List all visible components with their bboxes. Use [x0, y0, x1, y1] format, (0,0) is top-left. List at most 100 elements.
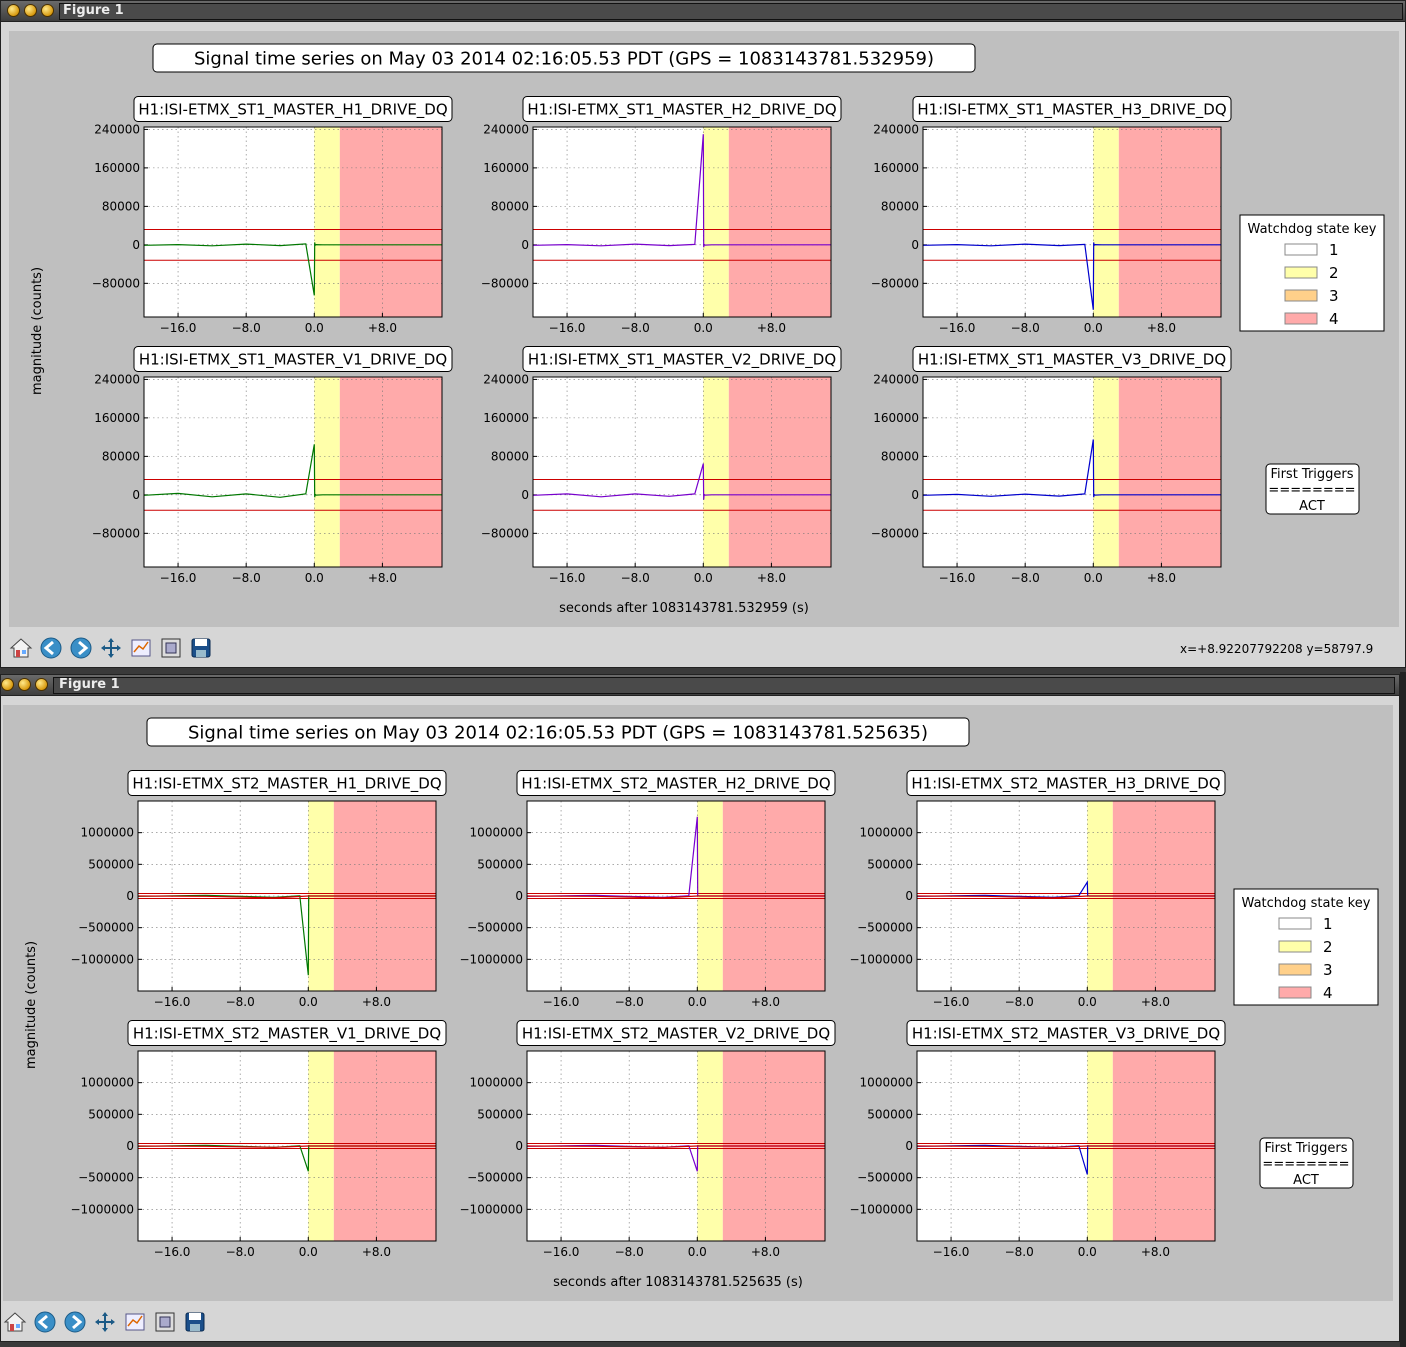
x-tick-label: −8.0 — [615, 1245, 644, 1259]
maximize-icon[interactable] — [41, 4, 54, 17]
y-tick-label: −500000 — [857, 921, 913, 935]
title-text: H1:ISI-ETMX_ST2_MASTER_H2_DRIVE_DQ — [521, 774, 830, 793]
title-text: H1:ISI-ETMX_ST1_MASTER_H3_DRIVE_DQ — [917, 100, 1226, 119]
figure-canvas[interactable]: Signal time series on May 03 2014 02:16:… — [9, 31, 1399, 627]
subplot-title: H1:ISI-ETMX_ST1_MASTER_V2_DRIVE_DQ — [522, 346, 842, 372]
first-triggers-box: First Triggers========ACT — [1259, 1137, 1354, 1189]
subplot-title: H1:ISI-ETMX_ST2_MASTER_H3_DRIVE_DQ — [906, 770, 1226, 796]
y-tick-label: 500000 — [867, 1107, 913, 1121]
subplot-2: −16.0 −8.0 0.0 +8.0 240000 160000 80000 0 −80000… — [871, 96, 1232, 335]
title-text: H1:ISI-ETMX_ST1_MASTER_V3_DRIVE_DQ — [918, 350, 1226, 369]
x-tick-label: 0.0 — [299, 995, 318, 1009]
minimize-icon[interactable] — [24, 4, 37, 17]
y-tick-label: 500000 — [477, 857, 523, 871]
zoom-icon[interactable] — [159, 636, 183, 660]
x-tick-label: +8.0 — [757, 571, 786, 585]
y-tick-label: 240000 — [483, 372, 529, 386]
navigation-toolbar — [1, 1306, 1399, 1340]
forward-icon[interactable] — [63, 1310, 87, 1334]
save-icon[interactable] — [183, 1310, 207, 1334]
title-text: H1:ISI-ETMX_ST1_MASTER_H2_DRIVE_DQ — [527, 100, 836, 119]
x-tick-label: −16.0 — [933, 995, 970, 1009]
state-region-4 — [728, 127, 831, 317]
y-tick-label: −1000000 — [460, 952, 524, 966]
y-tick-label: 1000000 — [860, 826, 913, 840]
x-tick-label: −16.0 — [160, 321, 197, 335]
minimize-icon[interactable] — [18, 678, 31, 691]
x-tick-label: −16.0 — [154, 995, 191, 1009]
y-tick-label: 80000 — [491, 199, 529, 213]
y-tick-label: 160000 — [483, 411, 529, 425]
state-region-2 — [1093, 377, 1119, 567]
y-tick-label: −1000000 — [850, 1202, 914, 1216]
x-tick-label: 0.0 — [305, 321, 324, 335]
subplots-icon[interactable] — [123, 1310, 147, 1334]
triggers-line: ======== — [1268, 483, 1355, 498]
title-text: Signal time series on May 03 2014 02:16:… — [188, 722, 928, 743]
legend-swatch-1 — [1284, 243, 1318, 256]
pan-icon[interactable] — [93, 1310, 117, 1334]
subplot-4: −16.0 −8.0 0.0 +8.0 240000 160000 80000 0 −80000… — [481, 346, 842, 585]
x-tick-label: +8.0 — [1147, 321, 1176, 335]
state-region-2 — [314, 127, 340, 317]
back-icon[interactable] — [33, 1310, 57, 1334]
y-tick-label: 1000000 — [81, 1076, 134, 1090]
zoom-icon[interactable] — [153, 1310, 177, 1334]
home-icon[interactable] — [3, 1310, 27, 1334]
y-tick-label: 500000 — [88, 1107, 134, 1121]
y-tick-label: 0 — [911, 238, 919, 252]
y-tick-label: −80000 — [92, 526, 140, 540]
subplot-1: −16.0 −8.0 0.0 +8.0 240000 160000 80000 0 −80000… — [481, 96, 842, 335]
subplot-0: −16.0 −8.0 0.0 +8.0 240000 160000 80000 0 −80000… — [92, 96, 453, 335]
figure-plot-area[interactable]: Signal time series on May 03 2014 02:16:… — [3, 705, 1393, 1301]
close-icon[interactable] — [7, 4, 20, 17]
subplot-3: −16.0 −8.0 0.0 +8.0 240000 160000 80000 0 −80000… — [92, 346, 453, 585]
title-text: H1:ISI-ETMX_ST1_MASTER_V2_DRIVE_DQ — [528, 350, 836, 369]
maximize-icon[interactable] — [35, 678, 48, 691]
y-tick-label: −1000000 — [850, 952, 914, 966]
x-tick-label: −8.0 — [621, 571, 650, 585]
close-icon[interactable] — [1, 678, 14, 691]
y-tick-label: 160000 — [873, 161, 919, 175]
window-titlebar[interactable]: Figure 1 — [1, 675, 1399, 696]
subplots-icon[interactable] — [129, 636, 153, 660]
legend-swatch-1 — [1278, 917, 1312, 930]
subplot-2: −16.0 −8.0 0.0 +8.0 1000000 500000 0 −500000 −10… — [850, 770, 1226, 1009]
state-region-4 — [728, 377, 831, 567]
forward-icon[interactable] — [69, 636, 93, 660]
y-tick-label: 0 — [905, 889, 913, 903]
subplot-title: H1:ISI-ETMX_ST2_MASTER_H2_DRIVE_DQ — [516, 770, 836, 796]
legend-label-2: 2 — [1329, 264, 1339, 282]
y-tick-label: −1000000 — [460, 1202, 524, 1216]
save-icon[interactable] — [189, 636, 213, 660]
title-text: H1:ISI-ETMX_ST1_MASTER_H1_DRIVE_DQ — [138, 100, 447, 119]
home-icon[interactable] — [9, 636, 33, 660]
x-tick-label: 0.0 — [1078, 1245, 1097, 1259]
x-tick-label: −8.0 — [1005, 995, 1034, 1009]
legend-swatch-3 — [1278, 963, 1312, 976]
x-tick-label: +8.0 — [362, 1245, 391, 1259]
y-tick-label: 80000 — [102, 449, 140, 463]
x-axis-label: seconds after 1083143781.525635 (s) — [553, 1275, 803, 1290]
title-text: H1:ISI-ETMX_ST2_MASTER_V3_DRIVE_DQ — [912, 1024, 1220, 1043]
window-titlebar[interactable]: Figure 1 — [1, 1, 1405, 22]
y-tick-label: 0 — [515, 1139, 523, 1153]
subplot-title: H1:ISI-ETMX_ST1_MASTER_V3_DRIVE_DQ — [912, 346, 1232, 372]
y-tick-label: 240000 — [873, 122, 919, 136]
legend-swatch-2 — [1278, 940, 1312, 953]
x-tick-label: −8.0 — [615, 995, 644, 1009]
y-tick-label: 0 — [126, 1139, 134, 1153]
figure-plot-area[interactable]: Signal time series on May 03 2014 02:16:… — [9, 31, 1399, 627]
pan-icon[interactable] — [99, 636, 123, 660]
figure-canvas[interactable]: Signal time series on May 03 2014 02:16:… — [3, 705, 1393, 1301]
x-tick-label: −16.0 — [933, 1245, 970, 1259]
back-icon[interactable] — [39, 636, 63, 660]
y-tick-label: −500000 — [78, 921, 134, 935]
legend-title: Watchdog state key — [1248, 222, 1377, 237]
x-tick-label: −8.0 — [226, 1245, 255, 1259]
subplot-title: H1:ISI-ETMX_ST1_MASTER_H3_DRIVE_DQ — [912, 96, 1232, 122]
y-tick-label: 1000000 — [860, 1076, 913, 1090]
y-tick-label: 0 — [905, 1139, 913, 1153]
y-tick-label: 500000 — [867, 857, 913, 871]
cursor-coordinates: x=+8.92207792208 y=58797.9 — [1180, 642, 1374, 656]
